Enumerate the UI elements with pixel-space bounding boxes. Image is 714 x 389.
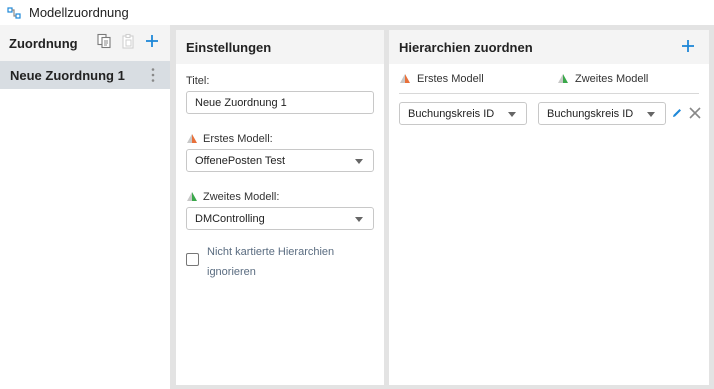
second-hierarchy-select[interactable]: Buchungskreis ID [538,102,666,125]
ignore-unmapped-checkbox[interactable] [186,253,199,266]
chevron-down-icon [508,112,516,117]
more-options-icon[interactable] [150,67,156,83]
mapping-list-title: Zuordnung [9,35,78,51]
window-title: Modellzuordnung [29,5,129,20]
paste-icon[interactable] [120,33,136,49]
first-hierarchy-value: Buchungskreis ID [408,107,495,120]
settings-header: Einstellungen [176,30,384,64]
title-bar: Modellzuordnung [0,0,714,25]
title-input[interactable]: Neue Zuordnung 1 [186,91,374,114]
first-model-column-label: Erstes Modell [417,73,484,85]
mapping-icon [7,6,21,19]
first-model-label-text: Erstes Modell: [203,133,273,145]
settings-form: Titel: Neue Zuordnung 1 Erstes Modell: O… [176,64,384,282]
hierarchy-mapping-panel: Hierarchien zuordnen Erstes Modell Zweit… [389,30,709,385]
first-model-value: OffenePosten Test [195,154,286,167]
title-label: Titel: [186,74,374,88]
title-input-value: Neue Zuordnung 1 [195,96,287,109]
title-label-text: Titel: [186,75,210,87]
mapping-list-toolbar [96,33,160,49]
first-model-label: Erstes Modell: [186,132,374,146]
hierarchy-column-headers: Erstes Modell Zweites Modell [399,64,699,94]
add-hierarchy-plus-icon[interactable] [681,39,695,53]
hierarchy-header: Hierarchien zuordnen [389,30,709,64]
chevron-down-icon [355,159,363,164]
plus-icon[interactable] [144,33,160,49]
settings-title: Einstellungen [186,39,272,55]
first-hierarchy-select[interactable]: Buchungskreis ID [399,102,527,125]
copy-icon[interactable] [96,33,112,49]
first-model-icon [187,134,197,143]
settings-panel: Einstellungen Titel: Neue Zuordnung 1 Er… [176,30,384,385]
mapping-list-item-label: Neue Zuordnung 1 [10,67,125,83]
second-hierarchy-value: Buchungskreis ID [547,107,634,120]
chevron-down-icon [355,217,363,222]
mapping-list-header: Zuordnung [0,25,170,61]
second-model-icon [558,74,568,83]
ignore-unmapped-row: Nicht kartierte Hierarchien ignorieren [186,242,374,282]
second-model-label-text: Zweites Modell: [203,191,280,203]
mapping-list-item[interactable]: Neue Zuordnung 1 [0,61,170,89]
ignore-unmapped-label[interactable]: Nicht kartierte Hierarchien ignorieren [207,242,357,282]
second-model-icon [187,192,197,201]
second-model-column: Zweites Modell [557,73,648,85]
first-model-icon [400,74,410,83]
first-model-select[interactable]: OffenePosten Test [186,149,374,172]
delete-close-icon[interactable] [688,106,702,120]
second-model-value: DMControlling [195,212,265,225]
chevron-down-icon [647,112,655,117]
second-model-column-label: Zweites Modell [575,73,649,85]
second-model-select[interactable]: DMControlling [186,207,374,230]
second-model-label: Zweites Modell: [186,190,374,204]
hierarchy-title: Hierarchien zuordnen [399,39,533,55]
edit-pencil-icon[interactable] [671,107,683,119]
hierarchy-mapping-row: Buchungskreis ID Buchungskreis ID [389,94,709,138]
first-model-column: Erstes Modell [399,73,484,85]
mapping-list-panel: Zuordnung Neue Zuordnung 1 [0,25,170,389]
